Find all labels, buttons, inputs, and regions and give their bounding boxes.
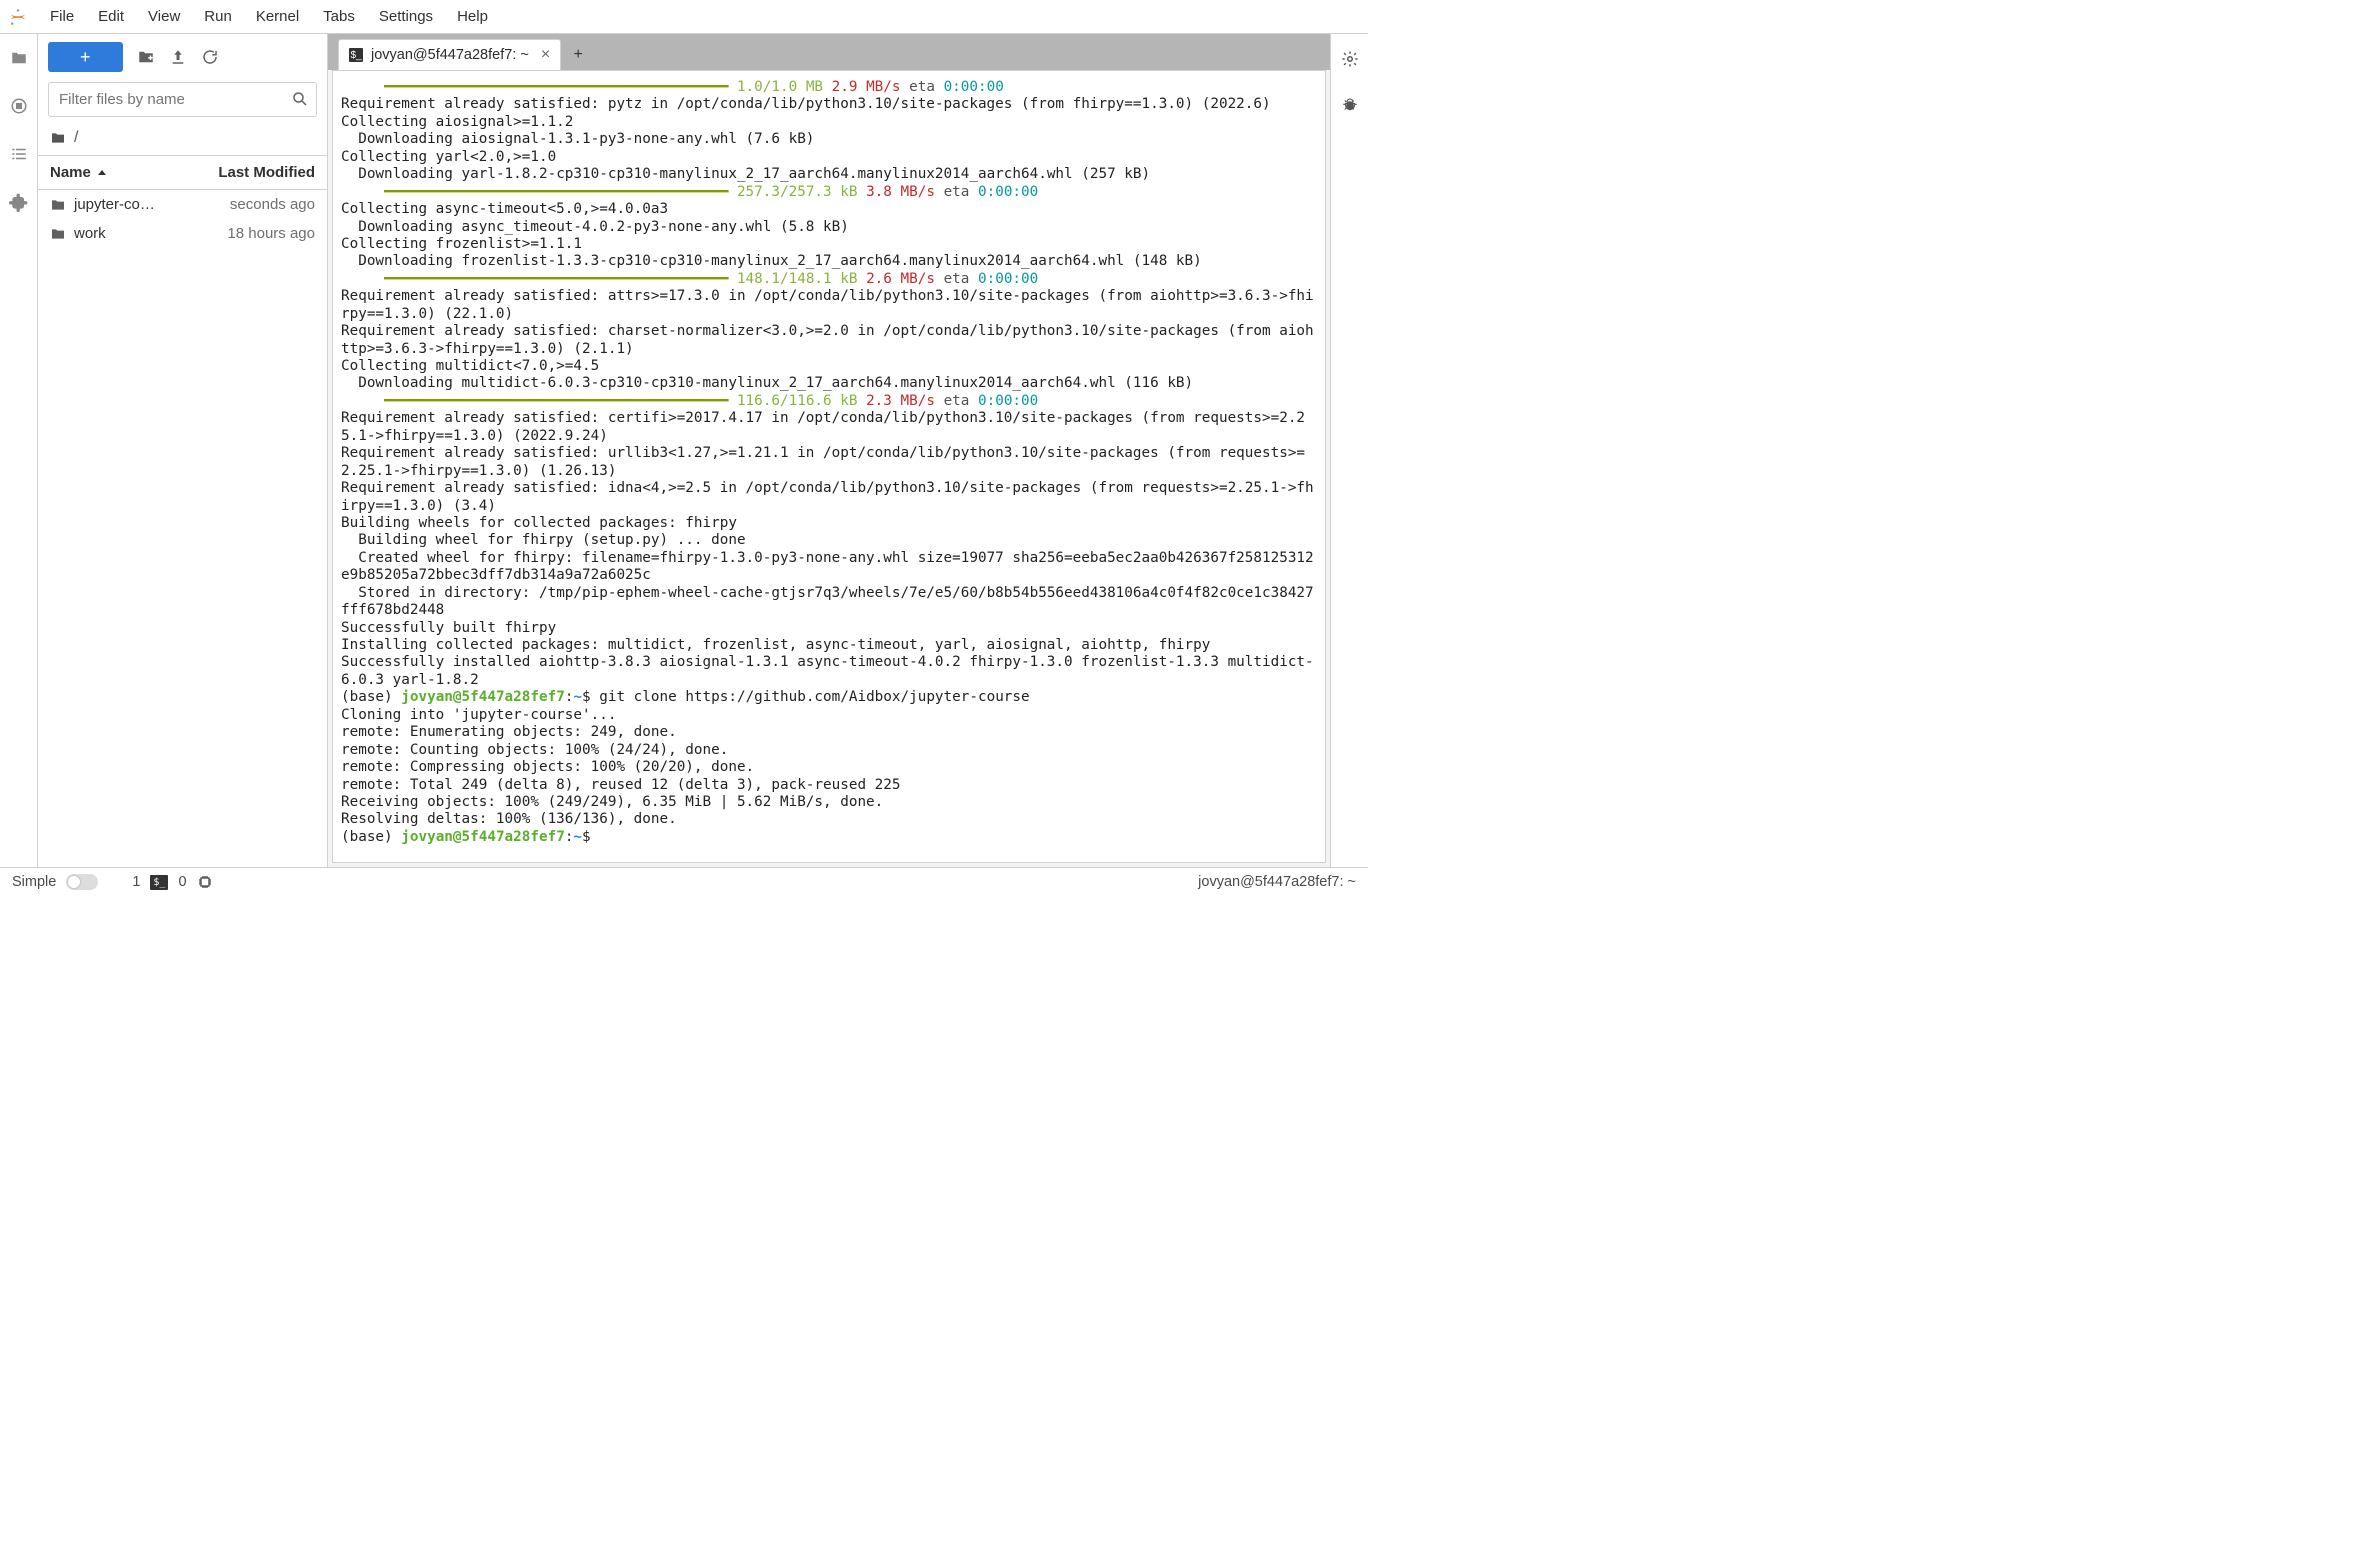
breadcrumb-root[interactable]: /	[74, 129, 78, 147]
menu-file[interactable]: File	[38, 4, 86, 29]
tab-label: jovyan@5f447a28fef7: ~	[371, 47, 529, 63]
extensions-icon[interactable]	[9, 192, 29, 212]
menubar: File Edit View Run Kernel Tabs Settings …	[0, 0, 1368, 34]
menu-run[interactable]: Run	[192, 4, 244, 29]
debugger-icon[interactable]	[1341, 96, 1359, 114]
file-browser: + / Name Last Modified	[38, 34, 328, 867]
tab-terminal[interactable]: $_ jovyan@5f447a28fef7: ~ ×	[338, 39, 561, 70]
file-name: work	[74, 225, 106, 242]
upload-icon[interactable]	[169, 48, 187, 66]
menu-help[interactable]: Help	[445, 4, 500, 29]
menu-edit[interactable]: Edit	[86, 4, 136, 29]
col-modified[interactable]: Last Modified	[218, 164, 315, 181]
terminal-icon: $_	[150, 875, 168, 890]
folder-icon	[50, 130, 66, 146]
file-filter-input[interactable]	[48, 82, 317, 117]
right-panel	[1330, 34, 1368, 867]
jupyter-logo	[8, 7, 28, 27]
property-inspector-icon[interactable]	[1341, 50, 1359, 68]
simple-label: Simple	[12, 874, 56, 890]
new-folder-icon[interactable]	[137, 48, 155, 66]
terminals-count[interactable]: 1	[132, 874, 140, 890]
terminal-icon: $_	[349, 48, 363, 62]
file-modified: 18 hours ago	[227, 225, 315, 242]
new-launcher-button[interactable]: +	[48, 42, 123, 72]
activity-bar	[0, 34, 38, 867]
kernels-count[interactable]: 0	[178, 874, 186, 890]
file-row[interactable]: jupyter-co… seconds ago	[38, 190, 327, 219]
file-toolbar: +	[38, 34, 327, 76]
status-bar: Simple 1 $_ 0 jovyan@5f447a28fef7: ~	[0, 867, 1368, 896]
simple-toggle[interactable]	[66, 874, 98, 890]
menu-view[interactable]: View	[136, 4, 192, 29]
file-modified: seconds ago	[230, 196, 315, 213]
terminal-output[interactable]: ━━━━━━━━━━━━━━━━━━━━━━━━━━━━━━━━━━━━━━━━…	[332, 70, 1326, 863]
file-name: jupyter-co…	[74, 196, 155, 213]
menu-settings[interactable]: Settings	[367, 4, 445, 29]
tab-strip: $_ jovyan@5f447a28fef7: ~ × +	[328, 34, 1330, 70]
menu-kernel[interactable]: Kernel	[244, 4, 311, 29]
menu-tabs[interactable]: Tabs	[311, 4, 367, 29]
close-icon[interactable]: ×	[537, 46, 550, 64]
folder-icon	[50, 197, 66, 213]
file-table-header: Name Last Modified	[38, 156, 327, 190]
refresh-icon[interactable]	[201, 48, 219, 66]
status-context[interactable]: jovyan@5f447a28fef7: ~	[1198, 874, 1356, 890]
running-icon[interactable]	[9, 96, 29, 116]
main-area: + / Name Last Modified	[0, 34, 1368, 867]
sort-asc-icon	[97, 168, 107, 178]
add-tab-button[interactable]: +	[567, 44, 589, 66]
breadcrumb[interactable]: /	[38, 123, 327, 156]
workspace: $_ jovyan@5f447a28fef7: ~ × + ━━━━━━━━━━…	[328, 34, 1330, 867]
kernel-icon	[197, 874, 213, 890]
file-row[interactable]: work 18 hours ago	[38, 219, 327, 248]
folder-icon	[50, 226, 66, 242]
folder-icon[interactable]	[9, 48, 29, 68]
toc-icon[interactable]	[9, 144, 29, 164]
col-name[interactable]: Name	[50, 164, 107, 181]
search-icon	[291, 90, 309, 108]
file-table: Name Last Modified jupyter-co… seconds a…	[38, 156, 327, 867]
